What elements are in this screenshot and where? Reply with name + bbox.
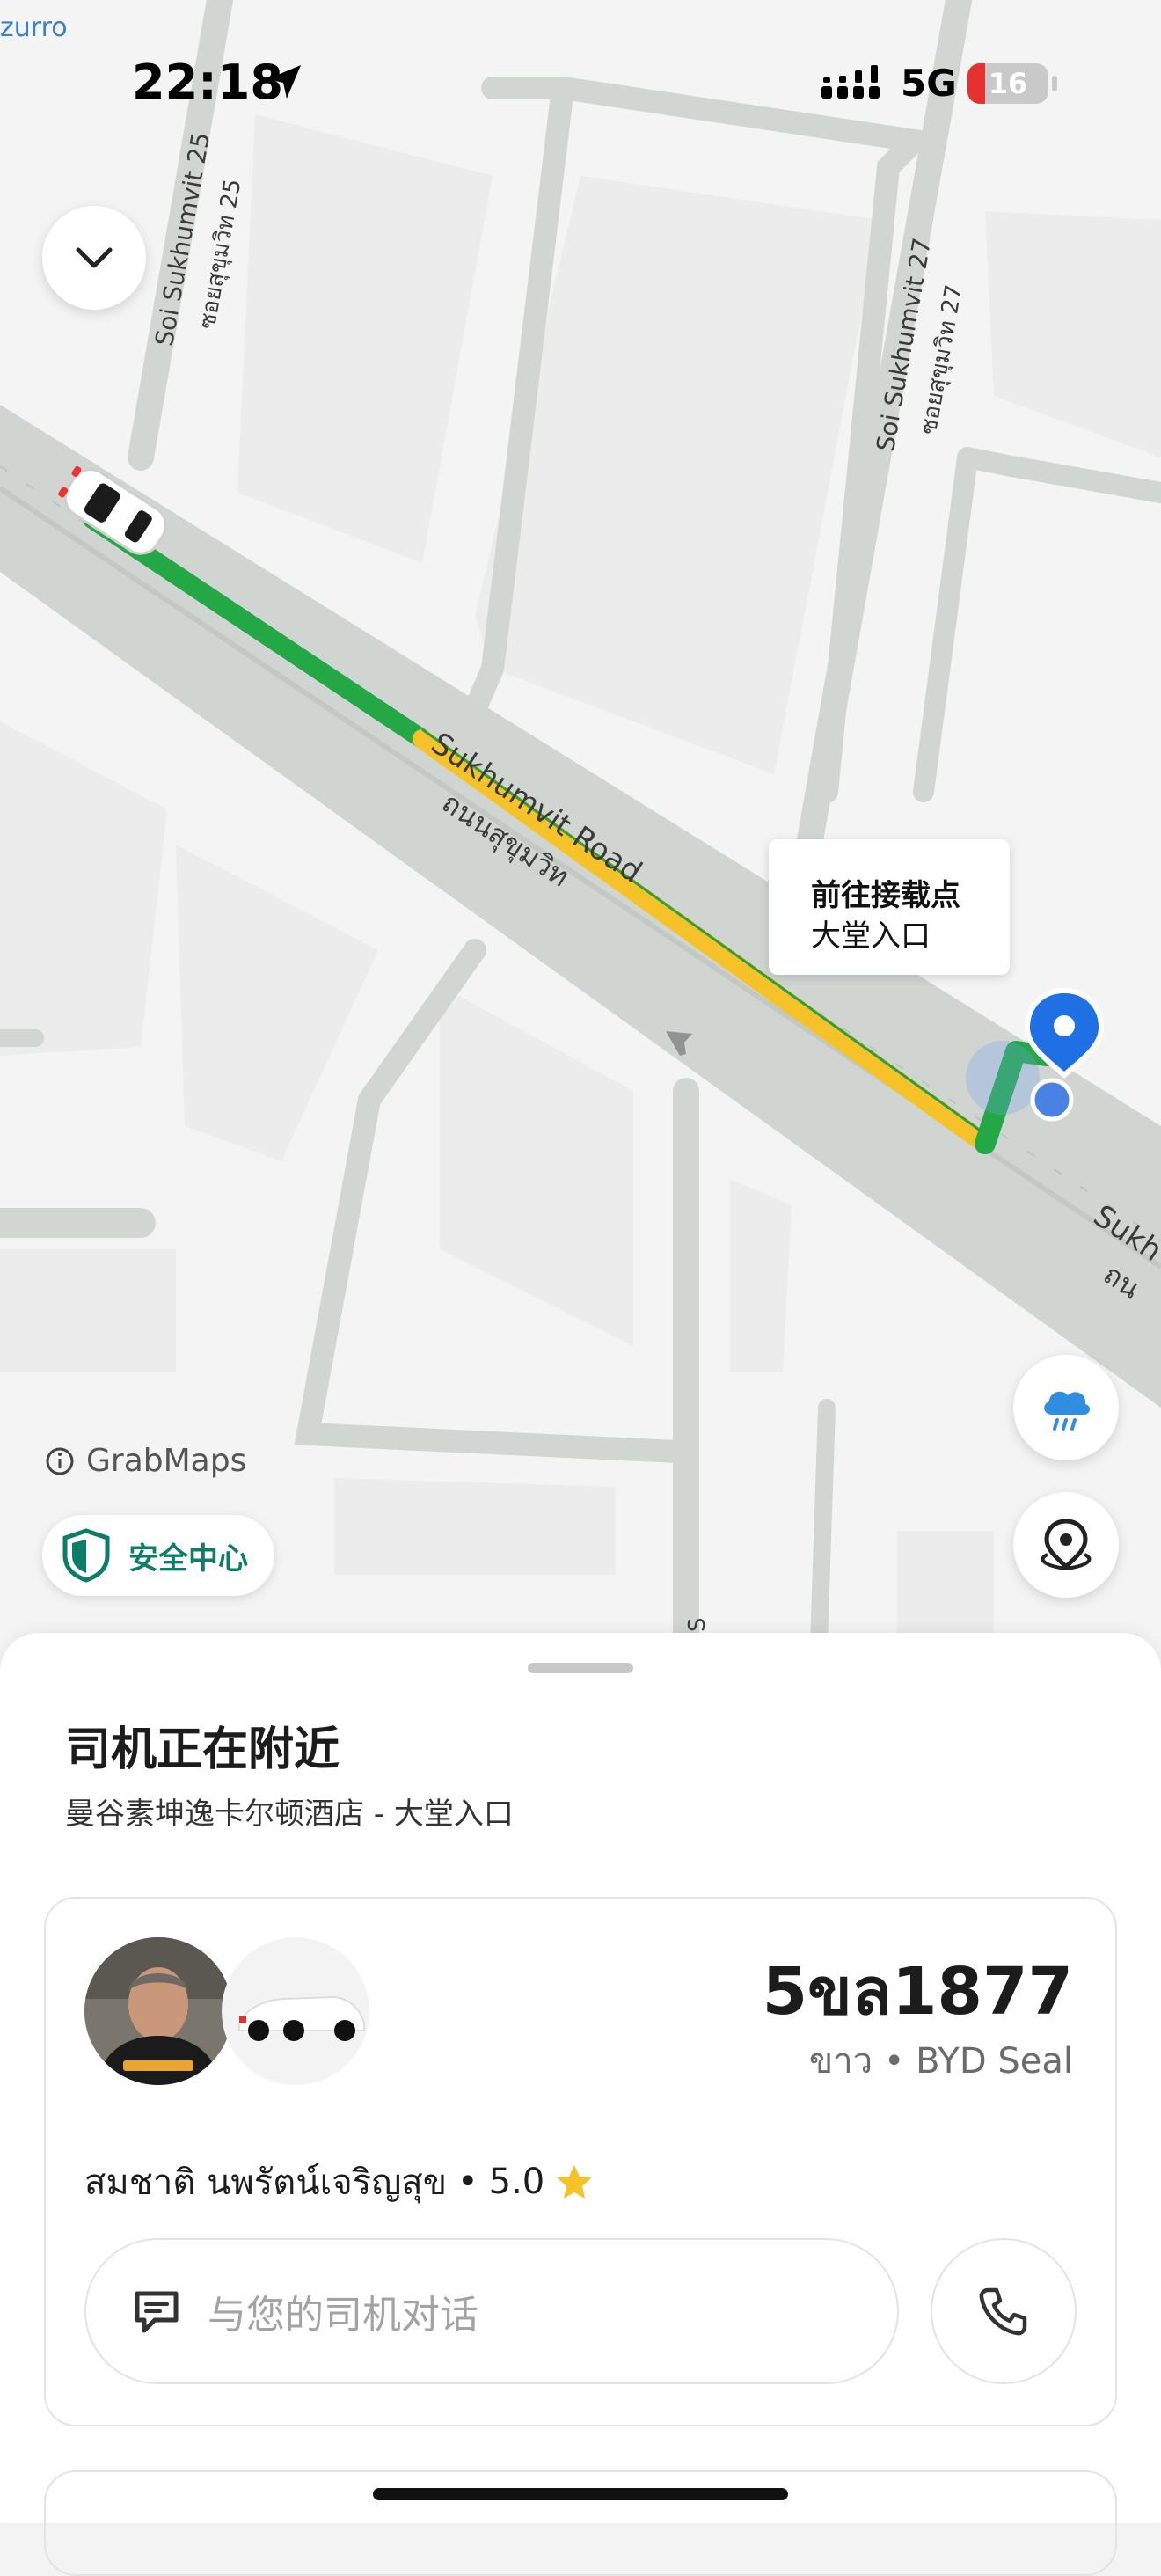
location-arrow-icon [267,65,301,99]
map-view[interactable]: Soi Sukhumvit 25 ซอยสุขุมวิท 25 Soi Sukh… [0,0,1161,1672]
car-icon [238,1995,365,2041]
vehicle-description: ขาว • BYD Seal [808,2041,1073,2082]
safety-center-label: 安全中心 [128,1540,248,1577]
chevron-down-icon [76,247,113,268]
pickup-callout-title: 前往接载点 [811,878,960,913]
separator-dot: • [457,2162,478,2202]
home-indicator[interactable] [373,2488,788,2500]
sheet-drag-handle[interactable] [528,1663,633,1673]
grabmaps-logo: GrabMaps [86,1443,247,1479]
network-type: 5G [901,62,957,105]
shield-icon [62,1528,110,1583]
battery-tip [1052,76,1057,91]
battery-percent: 16 [988,67,1028,100]
driver-avatar[interactable] [84,1937,232,2085]
pickup-callout: 前往接载点 大堂入口 [769,839,1010,975]
driver-rating: 5.0 [488,2162,545,2202]
vehicle-thumbnail [222,1937,369,2085]
pickup-location-subtitle: 曼谷素坤逸卡尔顿酒店 - 大堂入口 [65,1797,514,1832]
phone-icon [979,2287,1027,2336]
back-to-app-link[interactable]: zurro [0,12,68,43]
driver-card: 5ขล1877 ขาว • BYD Seal สมชาติ นพรัตน์เจร… [44,1897,1117,2426]
next-card-peek [44,2470,1117,2576]
weather-button[interactable] [1013,1355,1119,1460]
location-pin-icon [1041,1519,1092,1571]
driver-info-line: สมชาติ นพรัตน์เจริญสุข • 5.0 [84,2154,594,2210]
info-icon[interactable] [44,1445,76,1477]
license-plate: 5ขล1877 [762,1954,1073,2030]
chat-with-driver-input[interactable]: 与您的司机对话 [84,2238,899,2384]
pickup-callout-location: 大堂入口 [811,918,931,954]
driver-name: สมชาติ นพรัตน์เจริญสุข [84,2163,448,2203]
map-attribution: GrabMaps [44,1443,246,1479]
chat-placeholder: 与您的司机对话 [208,2293,478,2338]
street-label-bottom-edge: S [684,1617,711,1632]
recenter-location-button[interactable] [1013,1492,1119,1598]
status-time: 22:18 [132,55,283,110]
call-driver-button[interactable] [931,2238,1077,2384]
star-icon [557,2165,593,2199]
safety-center-button[interactable]: 安全中心 [42,1515,274,1596]
cellular-signal-icon [821,65,880,99]
trip-bottom-sheet: 司机正在附近 曼谷素坤逸卡尔顿酒店 - 大堂入口 5ขล1877 ขาว • B… [0,1633,1161,2576]
trip-status-title: 司机正在附近 [65,1723,340,1776]
rain-cloud-icon [1044,1391,1091,1431]
battery-indicator: 16 [968,63,1048,104]
collapse-button[interactable] [42,206,146,310]
driver-photo [84,1937,232,2085]
pickup-pin-icon [1024,987,1105,1079]
chat-bubble-icon [135,2291,179,2333]
status-bar: zurro 22:18 5G 16 [0,0,1161,167]
